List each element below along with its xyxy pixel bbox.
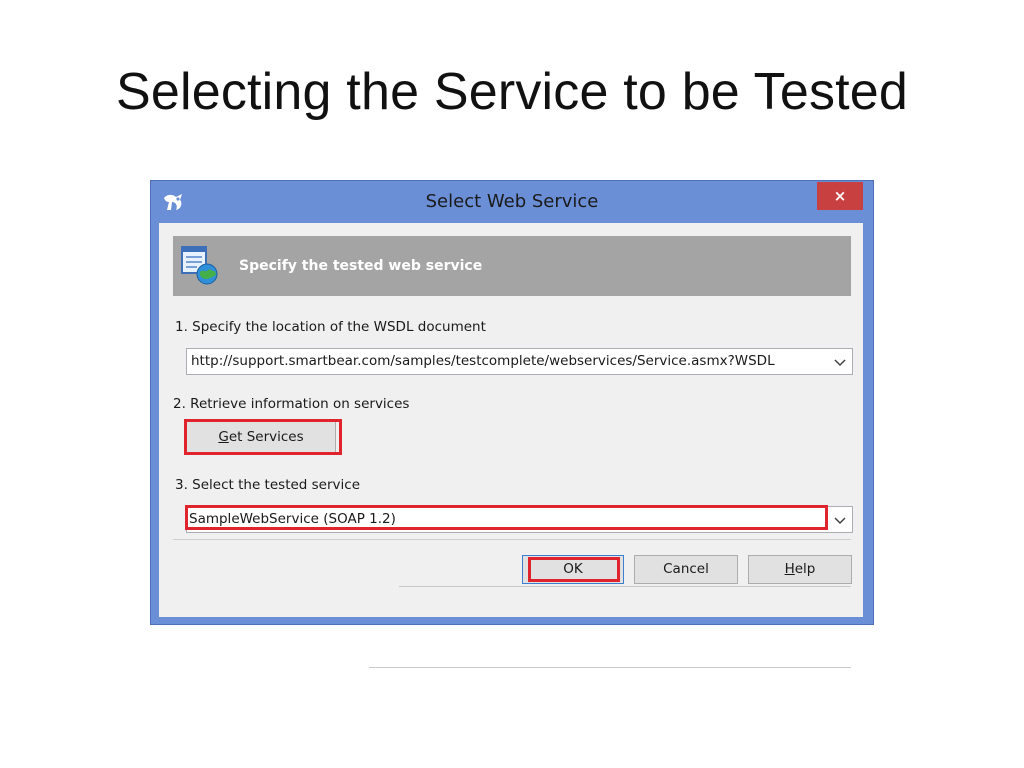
slide-title: Selecting the Service to be Tested xyxy=(115,63,909,121)
banner-text: Specify the tested web service xyxy=(239,258,483,274)
tested-service-combobox[interactable]: SampleWebService (SOAP 1.2) xyxy=(186,506,853,533)
dialog-title: Select Web Service xyxy=(425,191,599,212)
chevron-down-icon[interactable] xyxy=(832,512,848,528)
header-banner: Specify the tested web service xyxy=(173,236,851,296)
close-button[interactable]: × xyxy=(817,182,863,210)
web-service-globe-icon xyxy=(181,246,218,285)
dialog-titlebar[interactable]: Select Web Service × xyxy=(151,181,873,223)
get-services-button[interactable]: Get Services xyxy=(186,420,336,454)
get-services-mnemonic: G xyxy=(218,429,229,445)
step2-label: 2. Retrieve information on services xyxy=(173,396,420,412)
wsdl-location-combobox[interactable]: http://support.smartbear.com/samples/tes… xyxy=(186,348,853,375)
ok-button[interactable]: OK xyxy=(522,555,624,584)
help-button[interactable]: Help xyxy=(748,555,852,584)
dialog-client-area: Specify the tested web service 1. Specif… xyxy=(159,223,863,668)
help-mnemonic: H xyxy=(784,561,795,577)
wsdl-location-value: http://support.smartbear.com/samples/tes… xyxy=(191,353,775,369)
step2-divider xyxy=(399,586,851,587)
cancel-button[interactable]: Cancel xyxy=(634,555,738,584)
get-services-label: et Services xyxy=(228,429,304,445)
step1-label: 1. Specify the location of the WSDL docu… xyxy=(175,319,496,335)
tested-service-value: SampleWebService (SOAP 1.2) xyxy=(189,511,396,527)
select-web-service-dialog: Select Web Service × Specify the tested … xyxy=(150,180,874,668)
help-label: elp xyxy=(794,561,816,577)
chevron-down-icon[interactable] xyxy=(832,354,848,370)
step3-label: 3. Select the tested service xyxy=(175,477,371,493)
button-row-separator xyxy=(173,539,851,540)
close-icon: × xyxy=(833,187,847,205)
step3-divider xyxy=(369,667,851,668)
